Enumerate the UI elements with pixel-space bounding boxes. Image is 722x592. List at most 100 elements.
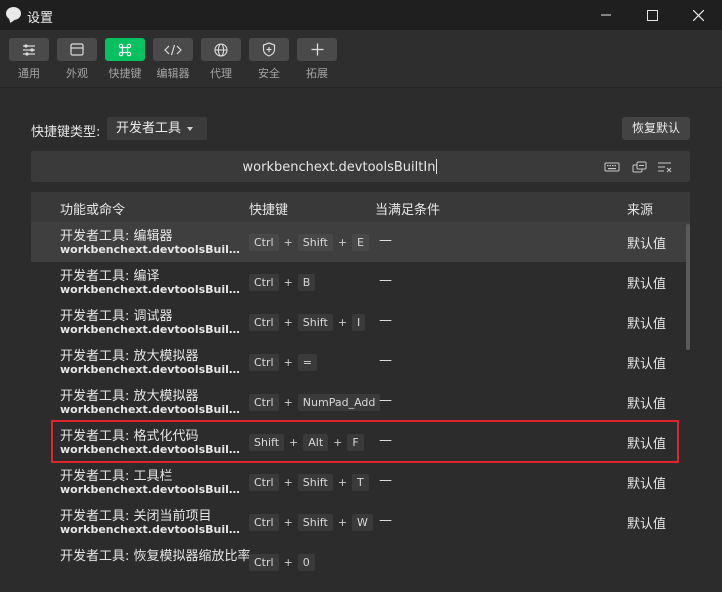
plus-icon bbox=[311, 43, 323, 56]
key-separator: + bbox=[337, 316, 348, 329]
source-value: 默认值 bbox=[627, 317, 667, 332]
minimize-button[interactable] bbox=[583, 0, 629, 30]
command-id: workbenchext.devtoolsBuiltIn.r... bbox=[60, 283, 241, 296]
table-row[interactable]: 开发者工具: 编译workbenchext.devtoolsBuiltIn.r.… bbox=[31, 262, 690, 302]
key-cap: = bbox=[297, 354, 318, 371]
minimize-icon bbox=[601, 14, 611, 16]
key-cap: Alt bbox=[303, 434, 329, 451]
keybinding: Ctrl + Shift + E bbox=[249, 234, 369, 251]
table-row[interactable]: 开发者工具: 恢复模拟器缩放比率 Ctrl +0 bbox=[31, 542, 690, 582]
command-id: workbenchext.devtoolsBuiltIn.t... bbox=[60, 243, 241, 256]
key-separator: + bbox=[283, 516, 293, 529]
condition-value: — bbox=[379, 233, 392, 248]
tab-proxy[interactable]: 代理 bbox=[201, 38, 241, 81]
command-id: workbenchext.devtoolsBuiltIn.f... bbox=[60, 443, 241, 456]
condition-value: — bbox=[379, 473, 392, 488]
key-separator: + bbox=[283, 276, 293, 289]
close-button[interactable] bbox=[675, 0, 721, 30]
key-cap: Ctrl bbox=[249, 314, 279, 331]
command-name: 开发者工具: 编译 bbox=[60, 269, 160, 284]
settings-toolbar: 通用 外观 快捷键 编辑器 代理 安全 拓展 bbox=[0, 30, 722, 88]
command-name: 开发者工具: 工具栏 bbox=[60, 469, 173, 484]
column-header-command: 功能或命令 bbox=[60, 203, 126, 218]
keybinding: Ctrl + NumPad_Add bbox=[249, 394, 381, 411]
condition-value: — bbox=[379, 433, 392, 448]
key-cap: Ctrl bbox=[249, 554, 279, 571]
key-separator: + bbox=[283, 476, 293, 489]
caret-down-icon bbox=[187, 127, 193, 131]
tab-security[interactable]: 安全 bbox=[249, 38, 289, 81]
keybinding: Ctrl +0 bbox=[249, 554, 315, 571]
title-bar: 设置 bbox=[0, 0, 722, 30]
reset-default-button[interactable]: 恢复默认 bbox=[622, 117, 690, 140]
window-title: 设置 bbox=[27, 11, 54, 26]
table-row[interactable]: 开发者工具: 调试器workbenchext.devtoolsBuiltIn.t… bbox=[31, 302, 690, 342]
record-keys-icon[interactable] bbox=[632, 160, 648, 174]
shortcut-type-label: 快捷键类型: bbox=[31, 125, 101, 140]
shield-icon bbox=[262, 42, 276, 57]
key-cap: E bbox=[352, 234, 369, 251]
key-cap: W bbox=[352, 514, 373, 531]
key-separator: + bbox=[289, 436, 299, 449]
globe-icon bbox=[214, 42, 228, 57]
tab-shortcuts[interactable]: 快捷键 bbox=[105, 38, 145, 81]
key-separator: + bbox=[333, 436, 343, 449]
command-id: workbenchext.devtoolsBuiltIn.z... bbox=[60, 363, 241, 376]
key-cap: NumPad_Add bbox=[297, 394, 381, 411]
key-separator: + bbox=[283, 396, 293, 409]
source-value: 默认值 bbox=[627, 237, 667, 252]
keybinding: Ctrl + Shift + T bbox=[249, 474, 369, 491]
table-row[interactable]: 开发者工具: 编辑器workbenchext.devtoolsBuiltIn.t… bbox=[31, 222, 690, 262]
key-cap: Shift bbox=[297, 514, 333, 531]
key-cap: Shift bbox=[249, 434, 285, 451]
search-field[interactable]: workbenchext.devtoolsBuiltIn bbox=[31, 151, 690, 182]
keyboard-icon[interactable] bbox=[604, 160, 620, 174]
maximize-button[interactable] bbox=[629, 0, 675, 30]
table-row[interactable]: 开发者工具: 放大模拟器workbenchext.devtoolsBuiltIn… bbox=[31, 342, 690, 382]
tab-appearance[interactable]: 外观 bbox=[57, 38, 97, 81]
key-cap: Shift bbox=[297, 474, 333, 491]
keybinding: Shift + Alt + F bbox=[249, 434, 364, 451]
shortcut-type-select[interactable]: 开发者工具 bbox=[107, 117, 207, 140]
command-id: workbenchext.devtoolsBuiltIn.t... bbox=[60, 323, 241, 336]
condition-value: — bbox=[379, 353, 392, 368]
keybinding: Ctrl + = bbox=[249, 354, 318, 371]
shortcut-table-body: 开发者工具: 编辑器workbenchext.devtoolsBuiltIn.t… bbox=[31, 222, 690, 592]
source-value: 默认值 bbox=[627, 437, 667, 452]
key-cap: I bbox=[352, 314, 366, 331]
clear-filter-icon[interactable] bbox=[657, 160, 673, 174]
key-separator: + bbox=[283, 556, 293, 569]
key-cap: Ctrl bbox=[249, 474, 279, 491]
source-value: 默认值 bbox=[627, 477, 667, 492]
tab-general[interactable]: 通用 bbox=[9, 38, 49, 81]
tab-editor[interactable]: 编辑器 bbox=[153, 38, 193, 81]
source-value: 默认值 bbox=[627, 277, 667, 292]
tab-extensions[interactable]: 拓展 bbox=[297, 38, 337, 81]
key-cap: Shift bbox=[297, 314, 333, 331]
sliders-icon bbox=[23, 43, 35, 56]
condition-value: — bbox=[379, 273, 392, 288]
key-separator: + bbox=[337, 516, 348, 529]
source-value: 默认值 bbox=[627, 517, 667, 532]
command-name: 开发者工具: 格式化代码 bbox=[60, 429, 199, 444]
table-row[interactable]: 开发者工具: 工具栏workbenchext.devtoolsBuiltIn.t… bbox=[31, 462, 690, 502]
key-cap: Shift bbox=[297, 234, 333, 251]
table-header: 功能或命令 快捷键 当满足条件 来源 bbox=[31, 192, 690, 222]
scrollbar-thumb[interactable] bbox=[686, 224, 690, 350]
window-icon bbox=[70, 43, 84, 56]
column-header-keys: 快捷键 bbox=[249, 203, 289, 218]
key-cap: B bbox=[297, 274, 316, 291]
table-row[interactable]: 开发者工具: 放大模拟器workbenchext.devtoolsBuiltIn… bbox=[31, 382, 690, 422]
table-row[interactable]: 开发者工具: 关闭当前项目 workbenchext.devtoolsBuiltI… bbox=[31, 502, 690, 542]
maximize-icon bbox=[646, 9, 658, 21]
keybinding: Ctrl + B bbox=[249, 274, 316, 291]
key-cap: F bbox=[347, 434, 364, 451]
condition-value: — bbox=[379, 393, 392, 408]
column-header-condition: 当满足条件 bbox=[375, 203, 441, 218]
search-input[interactable]: workbenchext.devtoolsBuiltIn bbox=[31, 159, 649, 175]
condition-value: — bbox=[379, 513, 392, 528]
command-name: 开发者工具: 编辑器 bbox=[60, 229, 173, 244]
command-id: workbenchext.devtoolsBuiltIn.t... bbox=[60, 483, 241, 496]
table-row[interactable]: 开发者工具: 格式化代码workbenchext.devtoolsBuiltIn… bbox=[31, 422, 690, 462]
key-separator: + bbox=[337, 476, 348, 489]
